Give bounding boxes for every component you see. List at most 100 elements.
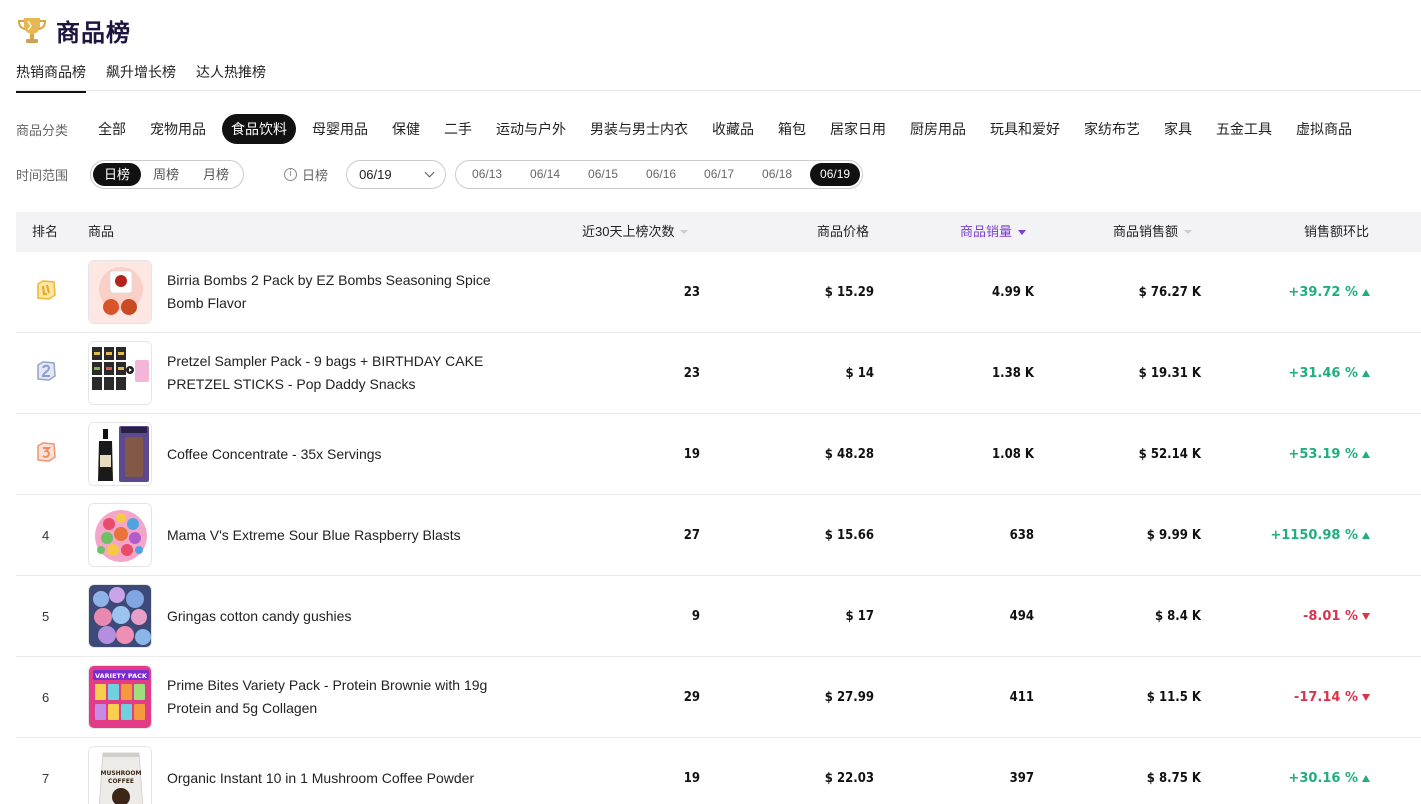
product-name[interactable]: Mama V's Extreme Sour Blue Raspberry Bla… bbox=[167, 524, 497, 547]
change-cell: +31.46 % bbox=[1236, 333, 1370, 413]
product-name[interactable]: Organic Instant 10 in 1 Mushroom Coffee … bbox=[167, 767, 497, 790]
rank-cell: 6 bbox=[42, 657, 49, 737]
table-row[interactable]: 7 MUSHROOM COFFEE Organic Instant 10 in 1… bbox=[16, 738, 1421, 804]
category-chip[interactable]: 玩具和爱好 bbox=[982, 114, 1068, 144]
rank-bronze-medal-icon bbox=[34, 440, 58, 469]
product-thumbnail[interactable] bbox=[88, 252, 152, 332]
rank-silver-medal-icon bbox=[34, 359, 58, 388]
product-name-cell: Mama V's Extreme Sour Blue Raspberry Bla… bbox=[167, 495, 497, 575]
info-icon: i bbox=[284, 167, 298, 181]
date-option[interactable]: 06/17 bbox=[690, 163, 748, 186]
page-title: 商品榜 bbox=[56, 19, 131, 47]
price-value: $ 15.66 bbox=[824, 527, 874, 543]
product-image[interactable] bbox=[88, 503, 152, 567]
product-image[interactable]: MUSHROOM COFFEE bbox=[88, 746, 152, 804]
table-row[interactable]: Pretzel Sampler Pack - 9 bags + BIRTHDAY… bbox=[16, 333, 1421, 414]
product-name-cell: Coffee Concentrate - 35x Servings bbox=[167, 414, 497, 494]
revenue-value: $ 9.99 K bbox=[1146, 527, 1201, 543]
sort-icon bbox=[1184, 230, 1193, 234]
change-value: +53.19 % bbox=[1288, 446, 1358, 462]
col-revenue[interactable]: 商品销售额 bbox=[1113, 212, 1193, 252]
sales-value: 411 bbox=[1009, 689, 1034, 705]
category-chip[interactable]: 运动与户外 bbox=[488, 114, 574, 144]
rank-cell bbox=[34, 252, 58, 332]
category-chip[interactable]: 居家日用 bbox=[822, 114, 894, 144]
product-thumbnail[interactable] bbox=[88, 414, 152, 494]
col-revenue-label: 商品销售额 bbox=[1113, 224, 1179, 239]
trend-up-icon bbox=[1362, 531, 1370, 539]
period-info[interactable]: i 日榜 bbox=[284, 165, 328, 184]
table-row[interactable]: Birria Bombs 2 Pack by EZ Bombs Seasonin… bbox=[16, 252, 1421, 333]
product-thumbnail[interactable] bbox=[88, 576, 152, 656]
category-chip[interactable]: 宠物用品 bbox=[142, 114, 214, 144]
date-option[interactable]: 06/16 bbox=[632, 163, 690, 186]
sort-icon bbox=[680, 230, 689, 234]
product-image[interactable] bbox=[88, 260, 152, 324]
category-chip[interactable]: 收藏品 bbox=[704, 114, 762, 144]
product-name[interactable]: Coffee Concentrate - 35x Servings bbox=[167, 443, 497, 466]
change-cell: +53.19 % bbox=[1236, 414, 1370, 494]
category-chip[interactable]: 母婴用品 bbox=[304, 114, 376, 144]
tab-hot-products[interactable]: 热销商品榜 bbox=[16, 62, 86, 93]
ranking-tabs: 热销商品榜 飙升增长榜 达人热推榜 bbox=[16, 62, 286, 93]
product-name-cell: Pretzel Sampler Pack - 9 bags + BIRTHDAY… bbox=[167, 333, 497, 413]
sales-value: 638 bbox=[1009, 527, 1034, 543]
col-price: 商品价格 bbox=[817, 224, 870, 239]
category-chip[interactable]: 厨房用品 bbox=[902, 114, 974, 144]
category-chip[interactable]: 全部 bbox=[90, 114, 134, 144]
category-chip[interactable]: 二手 bbox=[436, 114, 480, 144]
sales-value: 1.08 K bbox=[992, 446, 1034, 462]
change-cell: +39.72 % bbox=[1236, 252, 1370, 332]
product-name[interactable]: Pretzel Sampler Pack - 9 bags + BIRTHDAY… bbox=[167, 350, 497, 396]
sort-desc-icon bbox=[1018, 229, 1027, 235]
date-option-active[interactable]: 06/19 bbox=[810, 162, 861, 186]
tabs-divider bbox=[16, 90, 1421, 91]
product-thumbnail[interactable]: VARIETY PACK bbox=[88, 657, 152, 737]
category-chip[interactable]: 家纺布艺 bbox=[1076, 114, 1148, 144]
period-monthly[interactable]: 月榜 bbox=[191, 163, 241, 186]
category-chip-active[interactable]: 食品饮料 bbox=[222, 114, 296, 144]
product-name-cell: Birria Bombs 2 Pack by EZ Bombs Seasonin… bbox=[167, 252, 497, 332]
category-chip[interactable]: 家具 bbox=[1156, 114, 1200, 144]
product-name[interactable]: Prime Bites Variety Pack - Protein Brown… bbox=[167, 674, 497, 720]
category-chip[interactable]: 箱包 bbox=[770, 114, 814, 144]
date-option[interactable]: 06/18 bbox=[748, 163, 806, 186]
time-filter: 时间范围 日榜 周榜 月榜 i 日榜 06/19 06/13 06/14 06/… bbox=[16, 159, 864, 189]
product-name[interactable]: Gringas cotton candy gushies bbox=[167, 605, 497, 628]
period-segmented-control: 日榜 周榜 月榜 bbox=[90, 159, 245, 189]
product-image[interactable] bbox=[88, 341, 152, 405]
trend-up-icon bbox=[1362, 774, 1370, 782]
date-option[interactable]: 06/14 bbox=[516, 163, 574, 186]
col-sales[interactable]: 商品销量 bbox=[960, 212, 1027, 252]
tab-creator-picks[interactable]: 达人热推榜 bbox=[196, 62, 266, 93]
table-row[interactable]: 6 VARIETY PACK Prime Bites Variety Pack … bbox=[16, 657, 1421, 738]
trophy-icon bbox=[17, 18, 47, 43]
col-appearances[interactable]: 近30天上榜次数 bbox=[582, 212, 689, 252]
category-chip[interactable]: 男装与男士内衣 bbox=[582, 114, 696, 144]
category-chip[interactable]: 保健 bbox=[384, 114, 428, 144]
table-row[interactable]: 5 Gringas cotton candy gushies 9 $ 17 49… bbox=[16, 576, 1421, 657]
date-dropdown[interactable]: 06/19 bbox=[346, 159, 447, 189]
product-image[interactable]: VARIETY PACK bbox=[88, 665, 152, 729]
product-thumbnail[interactable]: MUSHROOM COFFEE bbox=[88, 738, 152, 804]
table-row[interactable]: Coffee Concentrate - 35x Servings 19 $ 4… bbox=[16, 414, 1421, 495]
table-row[interactable]: 4 Mama V's Extreme Sour Blue Raspberry B… bbox=[16, 495, 1421, 576]
date-option[interactable]: 06/13 bbox=[458, 163, 516, 186]
period-daily[interactable]: 日榜 bbox=[93, 162, 142, 186]
product-thumbnail[interactable] bbox=[88, 495, 152, 575]
col-change: 销售额环比 bbox=[1304, 224, 1370, 239]
category-chip[interactable]: 虚拟商品 bbox=[1288, 114, 1360, 144]
date-option[interactable]: 06/15 bbox=[574, 163, 632, 186]
tab-rising[interactable]: 飙升增长榜 bbox=[106, 62, 176, 93]
product-image[interactable] bbox=[88, 584, 152, 648]
revenue-value: $ 11.5 K bbox=[1146, 689, 1201, 705]
trend-down-icon bbox=[1362, 693, 1370, 701]
product-image[interactable] bbox=[88, 422, 152, 486]
period-weekly[interactable]: 周榜 bbox=[141, 163, 191, 186]
rank-cell bbox=[34, 414, 58, 494]
revenue-value: $ 52.14 K bbox=[1138, 446, 1201, 462]
product-thumbnail[interactable] bbox=[88, 333, 152, 413]
trend-down-icon bbox=[1362, 612, 1370, 620]
category-chip[interactable]: 五金工具 bbox=[1208, 114, 1280, 144]
product-name[interactable]: Birria Bombs 2 Pack by EZ Bombs Seasonin… bbox=[167, 269, 497, 315]
